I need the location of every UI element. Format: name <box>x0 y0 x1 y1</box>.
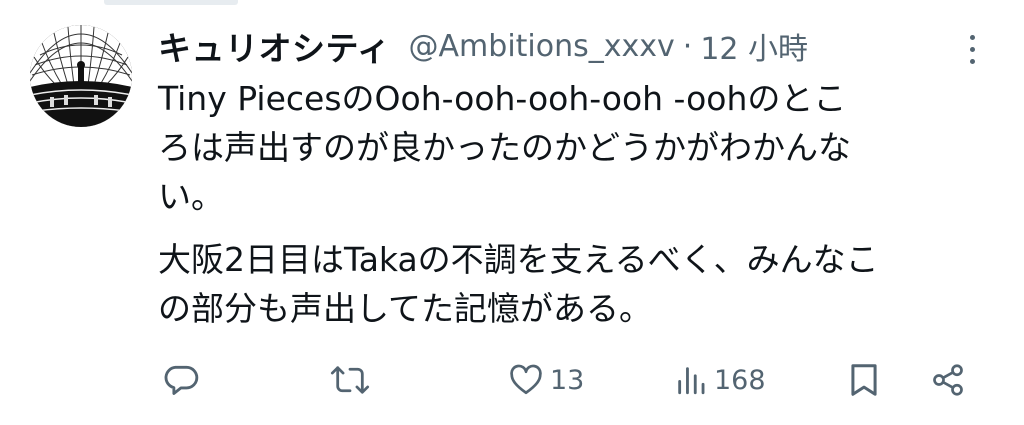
reply-icon <box>164 365 199 395</box>
separator-dot: · <box>682 28 693 64</box>
user-handle[interactable]: @Ambitions_xxxv <box>409 29 675 64</box>
tweet-text-line: い。 <box>158 177 224 216</box>
heart-icon <box>510 364 542 395</box>
tweet-text-line: Tiny PiecesのOoh-ooh-ooh-ooh -oohのとこ <box>158 79 847 118</box>
analytics-icon <box>678 367 705 395</box>
tweet-text: Tiny PiecesのOoh-ooh-ooh-ooh -oohのとこ ろは声出… <box>158 74 988 333</box>
timestamp[interactable]: 12 小時 <box>700 24 808 68</box>
avatar-image <box>30 25 132 127</box>
share-button[interactable] <box>930 352 966 408</box>
more-dot-icon <box>969 46 975 52</box>
like-button[interactable]: 13 <box>508 352 584 408</box>
tweet-actions: 13 168 <box>158 352 988 408</box>
bookmark-button[interactable] <box>848 352 880 408</box>
share-icon <box>933 364 963 396</box>
views-button[interactable]: 168 <box>674 352 766 408</box>
top-divider <box>104 0 238 5</box>
more-dot-icon <box>969 34 975 40</box>
like-count: 13 <box>550 364 585 396</box>
tweet-text-line: の部分も声出してた記憶がある。 <box>158 289 653 328</box>
retweet-icon <box>330 366 370 394</box>
bookmark-icon <box>851 364 877 396</box>
tweet-text-line: 大阪2日目はTakaの不調を支えるべく、みんなこ <box>158 240 879 279</box>
display-name[interactable]: キュリオシティ <box>158 22 391 70</box>
more-options-button[interactable] <box>952 24 992 74</box>
views-count: 168 <box>714 364 766 396</box>
more-dot-icon <box>969 58 975 64</box>
tweet-text-line: ろは声出すのが良かったのかどうかがわかんな <box>158 128 851 167</box>
retweet-button[interactable] <box>330 352 370 408</box>
reply-button[interactable] <box>162 352 200 408</box>
tweet-header: キュリオシティ @Ambitions_xxxv · 12 小時 <box>158 18 808 74</box>
avatar[interactable] <box>30 25 132 127</box>
